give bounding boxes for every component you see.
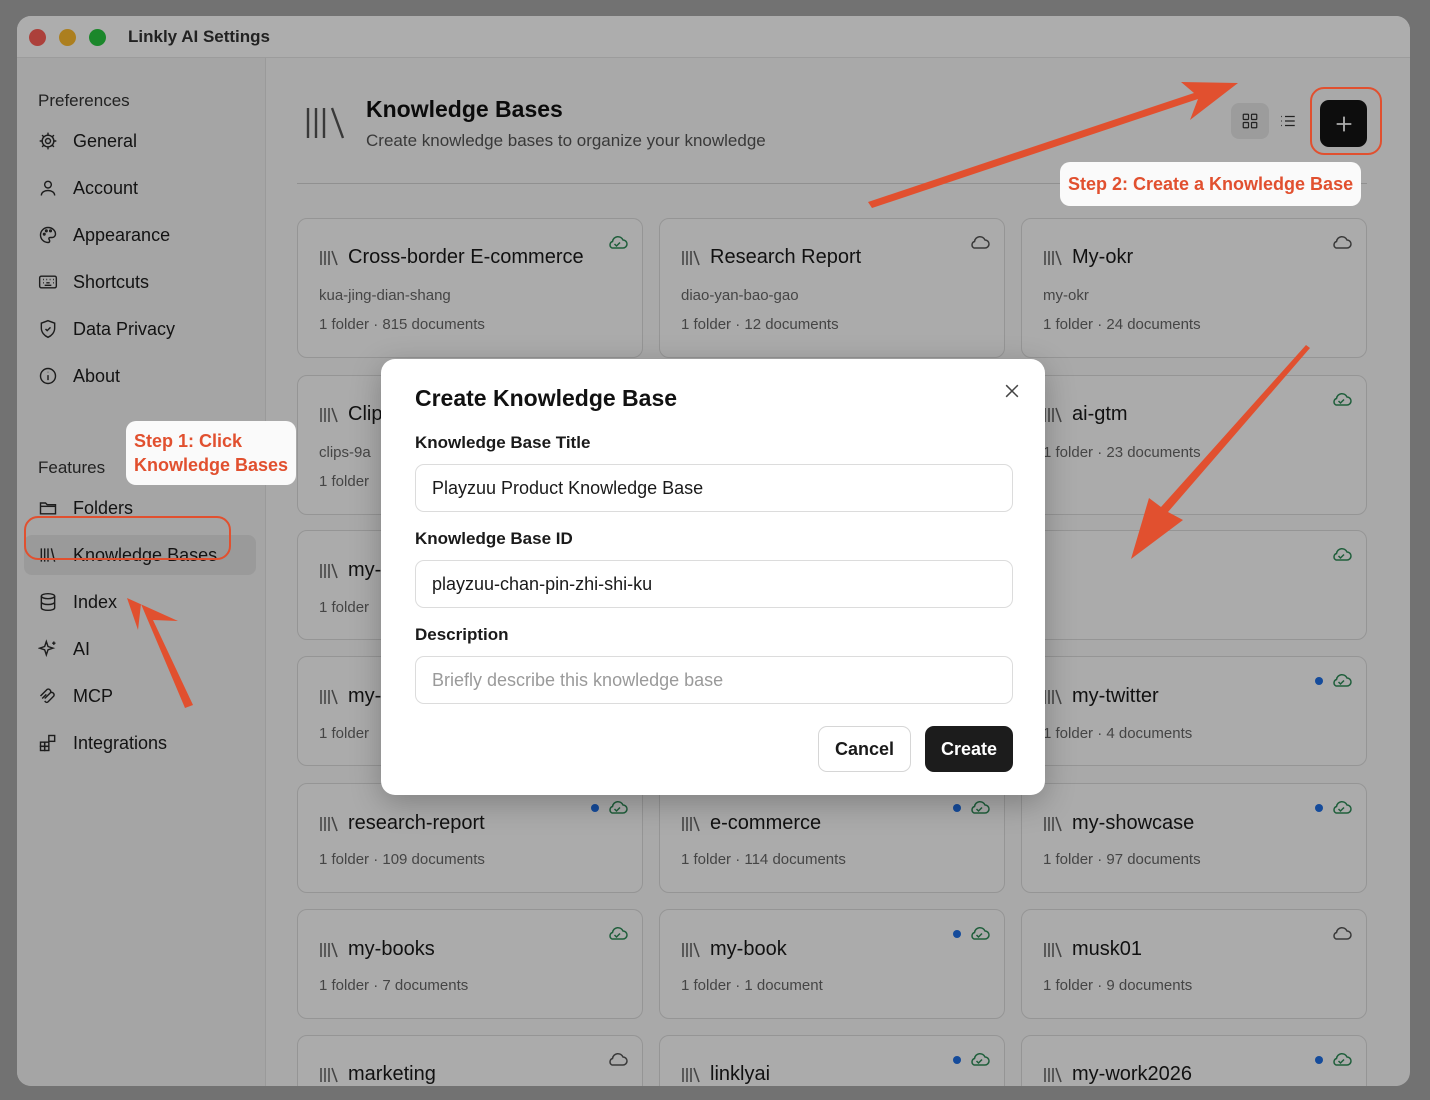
step2-callout: Step 2: Create a Knowledge Base bbox=[1060, 162, 1362, 206]
step2-highlight-ring bbox=[1310, 87, 1382, 155]
title-field[interactable] bbox=[415, 464, 1013, 512]
step1-callout: Step 1: Click Knowledge Bases bbox=[126, 421, 297, 485]
dialog-title: Create Knowledge Base bbox=[415, 385, 678, 411]
close-icon bbox=[1005, 384, 1019, 398]
id-field[interactable] bbox=[415, 560, 1013, 608]
step1-highlight-ring bbox=[24, 516, 231, 560]
cancel-button[interactable]: Cancel bbox=[818, 726, 911, 772]
description-field-label: Description bbox=[415, 625, 509, 644]
id-field-label: Knowledge Base ID bbox=[415, 529, 573, 548]
step1-callout-line2: Knowledge Bases bbox=[134, 455, 289, 475]
title-field-label: Knowledge Base Title bbox=[415, 433, 591, 452]
description-field[interactable] bbox=[415, 656, 1013, 704]
create-knowledge-base-dialog: Create Knowledge Base Knowledge Base Tit… bbox=[381, 359, 1045, 795]
step1-callout-line1: Step 1: Click bbox=[134, 431, 243, 451]
close-dialog-button[interactable] bbox=[1002, 381, 1022, 401]
create-button[interactable]: Create bbox=[925, 726, 1013, 772]
